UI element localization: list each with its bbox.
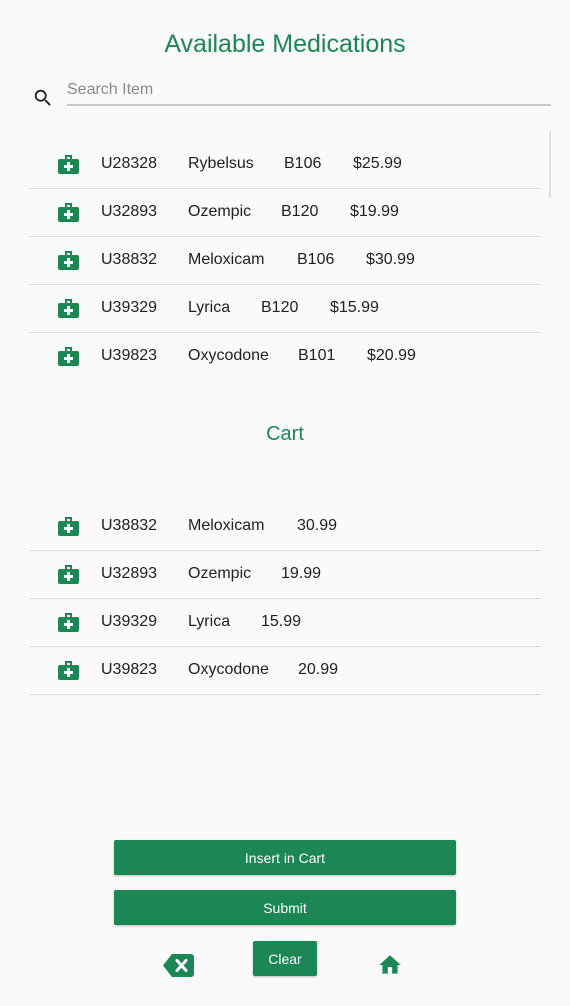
medical-kit-icon (58, 613, 79, 632)
medical-kit-icon (58, 299, 79, 318)
cart-title: Cart (266, 423, 304, 445)
item-name: Oxycodone (188, 347, 269, 364)
cart-list: U38832 Meloxicam 30.99 U32893 Ozempic 19… (29, 503, 541, 695)
inventory-scrollbar[interactable] (549, 131, 551, 198)
medical-kit-icon (58, 565, 79, 584)
item-price: $20.99 (367, 347, 416, 364)
list-item[interactable]: U39329 Lyrica B120 $15.99 (29, 285, 541, 333)
item-bin: B106 (297, 251, 335, 268)
cart-item-price: 15.99 (261, 613, 302, 630)
medical-kit-icon (58, 661, 79, 680)
insert-in-cart-button[interactable]: Insert in Cart (114, 840, 456, 875)
item-bin: B101 (298, 347, 336, 364)
list-item[interactable]: U32893 Ozempic B120 $19.99 (29, 189, 541, 237)
inventory-list: U28328 Rybelsus B106 $25.99 U32893 Ozemp… (29, 141, 541, 381)
item-bin: B120 (261, 299, 299, 316)
item-name: Lyrica (188, 299, 231, 316)
page-title: Available Medications (164, 30, 406, 58)
cart-item-id: U38832 (101, 517, 158, 534)
cart-item-id: U32893 (101, 565, 158, 582)
item-id: U32893 (101, 203, 158, 220)
item-name: Rybelsus (188, 155, 254, 172)
list-item[interactable]: U38832 Meloxicam B106 $30.99 (29, 237, 541, 285)
item-name: Meloxicam (188, 251, 265, 268)
list-item[interactable]: U28328 Rybelsus B106 $25.99 (29, 141, 541, 189)
cart-item[interactable]: U39329 Lyrica 15.99 (29, 599, 541, 647)
submit-button[interactable]: Submit (114, 890, 456, 925)
cart-item-id: U39823 (101, 661, 158, 678)
clear-button[interactable]: Clear (253, 941, 317, 976)
medical-kit-icon (58, 347, 79, 366)
item-price: $19.99 (350, 203, 399, 220)
item-id: U39329 (101, 299, 158, 316)
item-bin: B106 (284, 155, 322, 172)
item-id: U39823 (101, 347, 158, 364)
medical-kit-icon (58, 203, 79, 222)
list-item[interactable]: U39823 Oxycodone B101 $20.99 (29, 333, 541, 381)
item-price: $30.99 (366, 251, 415, 268)
item-price: $25.99 (353, 155, 402, 172)
medical-kit-icon (58, 155, 79, 174)
cart-item-price: 19.99 (281, 565, 322, 582)
cart-item-price: 30.99 (297, 517, 338, 534)
cart-item-name: Ozempic (188, 565, 252, 582)
cart-item[interactable]: U39823 Oxycodone 20.99 (29, 647, 541, 695)
item-price: $15.99 (330, 299, 379, 316)
item-bin: B120 (281, 203, 319, 220)
search-icon (34, 89, 51, 106)
cart-item[interactable]: U38832 Meloxicam 30.99 (29, 503, 541, 551)
item-id: U28328 (101, 155, 158, 172)
search-input[interactable] (67, 76, 551, 106)
home-icon[interactable] (377, 952, 403, 978)
cart-item-name: Meloxicam (188, 517, 265, 534)
medical-kit-icon (58, 517, 79, 536)
cart-item[interactable]: U32893 Ozempic 19.99 (29, 551, 541, 599)
item-name: Ozempic (188, 203, 252, 220)
medical-kit-icon (58, 251, 79, 270)
cart-item-id: U39329 (101, 613, 158, 630)
cart-item-price: 20.99 (298, 661, 339, 678)
backspace-icon[interactable] (163, 954, 194, 977)
cart-item-name: Oxycodone (188, 661, 269, 678)
cart-item-name: Lyrica (188, 613, 231, 630)
item-id: U38832 (101, 251, 158, 268)
